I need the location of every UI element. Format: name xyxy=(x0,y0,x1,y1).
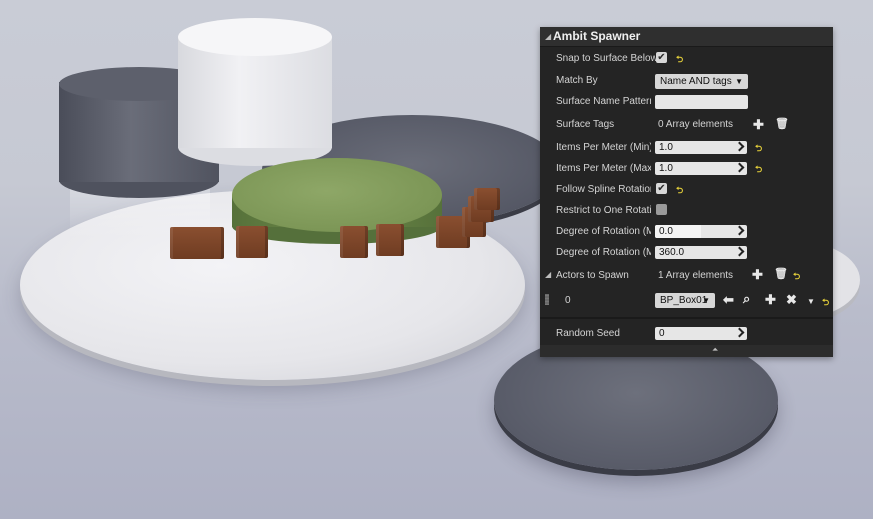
field-value: 0.0 xyxy=(659,226,673,237)
property-label: Items Per Meter (Min) xyxy=(556,142,651,153)
spawned-box xyxy=(340,226,368,258)
row-degree-of-rotation-max: Degree of Rotation (Max) 360.0 xyxy=(540,242,833,263)
drag-grip-icon xyxy=(734,162,745,173)
field-value: 0 xyxy=(659,328,665,339)
white-cylinder-top xyxy=(178,18,332,56)
reset-to-default-icon[interactable]: ⮌ xyxy=(755,141,762,157)
row-match-by: Match By Name AND tags ▼ xyxy=(540,70,833,91)
property-label: Actors to Spawn xyxy=(556,270,629,281)
items-per-meter-max-field[interactable]: 1.0 xyxy=(655,162,747,175)
match-by-dropdown[interactable]: Name AND tags ▼ xyxy=(655,74,748,89)
property-label: Items Per Meter (Max) xyxy=(556,163,651,174)
property-label: Match By xyxy=(556,75,598,86)
reset-to-default-icon[interactable]: ⮌ xyxy=(822,295,829,311)
row-surface-name-pattern: Surface Name Pattern xyxy=(540,91,833,112)
row-degree-of-rotation-min: Degree of Rotation (Min) 0.0 xyxy=(540,221,833,242)
ambit-spawner-details-panel: ◢ Ambit Spawner Snap to Surface Below ✔ … xyxy=(540,27,833,357)
picker-value: BP_Box01 xyxy=(660,295,708,306)
spawned-box xyxy=(474,188,500,210)
follow-spline-rotation-checkbox[interactable]: ✔ xyxy=(656,183,667,194)
collapse-arrow-icon[interactable]: ◢ xyxy=(545,32,551,41)
row-items-per-meter-min: Items Per Meter (Min) 1.0 ⮌ xyxy=(540,137,833,158)
chevron-down-icon: ▼ xyxy=(702,296,710,305)
green-grass-disc xyxy=(232,158,442,232)
reset-to-default-icon[interactable]: ⮌ xyxy=(755,162,762,178)
row-restrict-to-one-rotation: Restrict to One Rotation xyxy=(540,200,833,221)
field-value: 1.0 xyxy=(659,163,673,174)
property-label: Surface Tags xyxy=(556,119,615,130)
drag-grip-icon xyxy=(734,327,745,338)
row-items-per-meter-max: Items Per Meter (Max) 1.0 ⮌ xyxy=(540,158,833,179)
degree-of-rotation-max-field[interactable]: 360.0 xyxy=(655,246,747,259)
use-selected-arrow-icon[interactable]: ⬅ xyxy=(723,293,734,306)
spawned-box xyxy=(236,226,268,258)
drag-handle-icon[interactable] xyxy=(545,294,549,305)
row-snap-to-surface: Snap to Surface Below ✔ ⮌ xyxy=(540,48,833,69)
reset-to-default-icon[interactable]: ⮌ xyxy=(793,269,800,285)
chevron-down-icon: ▼ xyxy=(735,77,743,86)
add-element-icon[interactable]: ✚ xyxy=(753,118,764,131)
surface-name-pattern-input[interactable] xyxy=(655,95,748,109)
row-random-seed: Random Seed 0 xyxy=(540,323,833,344)
category-title: Ambit Spawner xyxy=(553,29,641,43)
add-element-icon[interactable]: ✚ xyxy=(752,268,763,281)
dropdown-value: Name AND tags xyxy=(660,76,732,87)
row-surface-tags: Surface Tags 0 Array elements ✚ 🗑 xyxy=(540,114,833,135)
restrict-to-one-rotation-checkbox[interactable] xyxy=(656,204,667,215)
items-per-meter-min-field[interactable]: 1.0 xyxy=(655,141,747,154)
spawned-box xyxy=(376,224,404,256)
delete-all-icon[interactable]: 🗑 xyxy=(774,268,788,281)
property-label: Degree of Rotation (Max) xyxy=(556,247,651,258)
array-count: 1 Array elements xyxy=(658,270,734,281)
field-value: 360.0 xyxy=(659,247,685,258)
category-header[interactable]: ◢ Ambit Spawner xyxy=(540,27,833,47)
panel-footer: ⏶ xyxy=(540,345,833,357)
reset-to-default-icon[interactable]: ⮌ xyxy=(676,183,683,199)
row-actor-element-0: 0 BP_Box01 ▼ ⬅ ⌕ ✚ ✖ ▼ ⮌ xyxy=(540,289,833,311)
array-index: 0 xyxy=(565,295,571,306)
row-follow-spline-rotation: Follow Spline Rotation ✔ ⮌ xyxy=(540,179,833,200)
reset-to-default-icon[interactable]: ⮌ xyxy=(676,52,683,68)
property-label: Random Seed xyxy=(556,328,620,339)
property-label: Follow Spline Rotation xyxy=(556,184,651,195)
delete-all-icon[interactable]: 🗑 xyxy=(775,118,789,131)
row-actors-to-spawn: ◢ Actors to Spawn 1 Array elements ✚ 🗑 ⮌ xyxy=(540,265,833,286)
collapse-up-icon[interactable]: ⏶ xyxy=(712,345,718,355)
property-label: Surface Name Pattern xyxy=(556,96,651,107)
property-label: Degree of Rotation (Min) xyxy=(556,226,651,237)
degree-of-rotation-min-slider[interactable]: 0.0 xyxy=(655,225,747,238)
actor-class-picker[interactable]: BP_Box01 ▼ xyxy=(655,293,715,308)
random-seed-field[interactable]: 0 xyxy=(655,327,747,340)
clear-element-icon[interactable]: ✖ xyxy=(786,293,797,306)
insert-element-icon[interactable]: ✚ xyxy=(765,293,776,306)
drag-grip-icon xyxy=(734,141,745,152)
spawned-box xyxy=(170,227,224,259)
divider xyxy=(540,317,833,319)
array-count: 0 Array elements xyxy=(658,119,734,130)
browse-search-icon[interactable]: ⌕ xyxy=(743,292,750,305)
snap-to-surface-checkbox[interactable]: ✔ xyxy=(656,52,667,63)
element-options-chevron-icon[interactable]: ▼ xyxy=(807,295,815,308)
expand-arrow-icon[interactable]: ◢ xyxy=(545,270,551,279)
drag-grip-icon xyxy=(734,225,745,236)
drag-grip-icon xyxy=(734,246,745,257)
field-value: 1.0 xyxy=(659,142,673,153)
property-label: Snap to Surface Below xyxy=(556,53,658,64)
property-label: Restrict to One Rotation xyxy=(556,205,651,216)
